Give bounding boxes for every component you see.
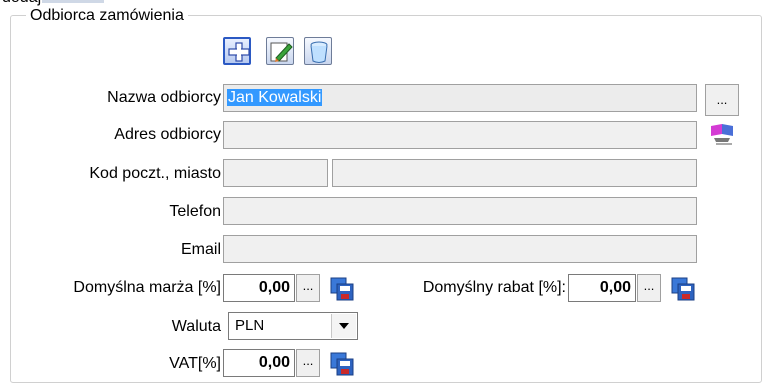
currency-label: Waluta <box>171 318 221 335</box>
group-title: Odbiorca zamówienia <box>26 6 188 26</box>
address-label: Adres odbiorcy <box>114 126 221 143</box>
postal-city-label: Kod poczt., miasto <box>89 165 221 182</box>
address-field[interactable] <box>223 121 697 149</box>
discount-input[interactable]: 0,00 <box>568 274 636 302</box>
vat-input[interactable]: 0,00 <box>223 349 295 377</box>
postal-code-field[interactable] <box>223 159 328 187</box>
currency-select[interactable]: PLN <box>228 312 358 340</box>
discount-dots-button[interactable]: ... <box>637 274 661 302</box>
copy-save-icon <box>330 352 354 376</box>
vat-save-button[interactable] <box>328 350 356 378</box>
name-browse-button[interactable]: ... <box>705 84 739 116</box>
phone-label: Telefon <box>169 203 221 220</box>
copy-save-icon <box>671 277 695 301</box>
margin-input[interactable]: 0,00 <box>223 274 295 302</box>
email-label: Email <box>180 241 221 258</box>
email-field[interactable] <box>223 235 697 263</box>
name-value: Jan Kowalski <box>227 89 323 106</box>
plus-icon <box>228 42 250 62</box>
name-label: Nazwa odbiorcy <box>107 89 221 106</box>
discount-save-button[interactable] <box>669 275 697 303</box>
vat-label: VAT[%] <box>169 355 221 372</box>
vat-dots-button[interactable]: ... <box>296 349 320 377</box>
currency-value: PLN <box>235 317 265 334</box>
city-field[interactable] <box>332 159 697 187</box>
discount-label: Domyślny rabat [%]: <box>422 279 566 296</box>
margin-save-button[interactable] <box>328 275 356 303</box>
edit-button[interactable] <box>266 37 294 65</box>
pencil-icon <box>270 42 293 62</box>
add-button[interactable] <box>223 37 251 65</box>
trash-icon <box>310 41 328 63</box>
clipped-top-highlight <box>42 0 104 3</box>
address-book-icon <box>711 124 733 145</box>
chevron-down-icon[interactable] <box>331 314 356 338</box>
address-book-button[interactable] <box>708 120 736 148</box>
phone-field[interactable] <box>223 197 697 225</box>
name-field[interactable]: Jan Kowalski <box>223 84 697 112</box>
delete-button[interactable] <box>304 37 332 65</box>
copy-save-icon <box>330 277 354 301</box>
margin-dots-button[interactable]: ... <box>296 274 320 302</box>
margin-label: Domyślna marża [%] <box>73 279 221 296</box>
